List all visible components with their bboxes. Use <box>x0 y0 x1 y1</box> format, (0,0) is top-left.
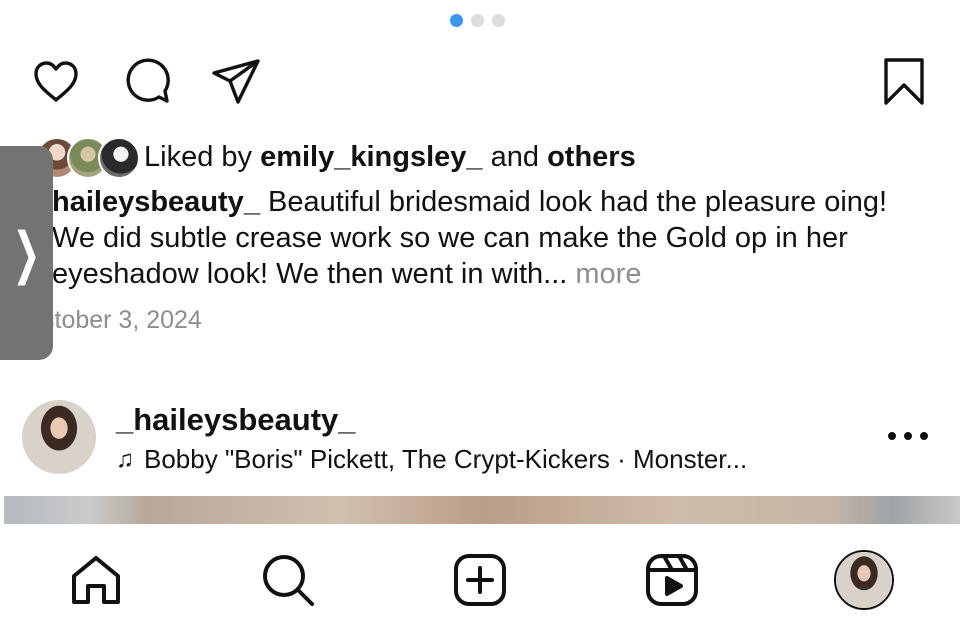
like-button[interactable] <box>30 56 82 108</box>
carousel-dot-active <box>450 14 463 27</box>
create-post-icon <box>454 554 506 606</box>
reels-icon <box>646 554 698 606</box>
more-link[interactable]: more <box>575 258 641 290</box>
post-image[interactable] <box>4 496 960 524</box>
liked-by-prefix: Liked by <box>144 140 253 173</box>
tab-create[interactable] <box>450 550 510 610</box>
save-button[interactable] <box>878 56 930 108</box>
carousel-indicator <box>450 14 505 27</box>
more-options-button[interactable] <box>888 424 928 448</box>
post-actions <box>30 56 930 108</box>
post-date: ctober 3, 2024 <box>42 306 202 334</box>
music-attribution[interactable]: ♫ Bobby "Boris" Pickett, The Crypt-Kicke… <box>116 444 747 475</box>
post-username[interactable]: _haileysbeauty_ <box>116 402 356 438</box>
avatar <box>98 137 140 179</box>
liked-by-conjunction: and <box>490 140 540 173</box>
bottom-tab-bar <box>0 524 960 640</box>
liked-by-user[interactable]: emily_kingsley_ <box>260 141 482 173</box>
side-panel-handle[interactable]: ❯ <box>0 146 53 360</box>
search-icon <box>263 555 314 606</box>
heart-icon <box>34 61 78 102</box>
carousel-dot <box>471 14 484 27</box>
liked-by-others[interactable]: others <box>547 141 636 173</box>
comment-button[interactable] <box>122 56 174 108</box>
caption-username[interactable]: haileysbeauty_ <box>52 186 260 218</box>
post-caption: haileysbeauty_ Beautiful bridesmaid look… <box>52 184 932 292</box>
send-icon <box>212 59 260 104</box>
comment-icon <box>126 58 170 103</box>
liked-by-text: Liked by emily_kingsley_ and others <box>144 141 636 174</box>
bookmark-icon <box>884 58 924 105</box>
music-note-icon: ♫ <box>116 445 134 473</box>
liked-by-row[interactable]: Liked by emily_kingsley_ and others <box>36 135 636 179</box>
tab-profile[interactable] <box>834 550 894 610</box>
carousel-dot <box>492 14 505 27</box>
share-button[interactable] <box>210 56 262 108</box>
more-dots-icon <box>888 432 896 440</box>
tab-reels[interactable] <box>642 550 702 610</box>
chevron-right-icon: ❯ <box>12 221 41 284</box>
avatar[interactable] <box>22 400 96 474</box>
home-icon <box>72 556 120 604</box>
avatar <box>836 552 892 608</box>
tab-search[interactable] <box>258 550 318 610</box>
music-text: Bobby "Boris" Pickett, The Crypt-Kickers… <box>144 444 748 474</box>
post-header: _haileysbeauty_ ♫ Bobby "Boris" Pickett,… <box>22 400 938 476</box>
tab-home[interactable] <box>66 550 126 610</box>
